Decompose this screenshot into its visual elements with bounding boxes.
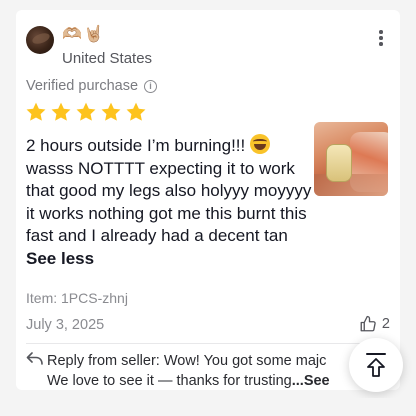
info-icon[interactable]: i bbox=[144, 79, 158, 93]
star-icon bbox=[101, 102, 121, 121]
see-less-link[interactable]: See less bbox=[26, 249, 94, 268]
verified-purchase-label: Verified purchase bbox=[26, 78, 139, 94]
reviewer-emojis: 🫶🏼🤘🏼 bbox=[62, 26, 106, 43]
item-variant: Item: 1PCS-zhnj bbox=[26, 290, 128, 306]
seller-reply-line2: We love to see it — thanks for trusting bbox=[47, 372, 292, 389]
like-button[interactable]: 2 bbox=[359, 315, 390, 333]
review-text: 2 hours outside I’m burning!!! wasss NOT… bbox=[26, 134, 312, 270]
thumbs-up-icon bbox=[360, 315, 376, 332]
divider bbox=[26, 343, 392, 344]
star-rating bbox=[25, 101, 147, 123]
star-icon bbox=[126, 102, 146, 121]
avatar[interactable] bbox=[26, 26, 54, 54]
more-vertical-icon[interactable] bbox=[378, 30, 384, 46]
like-count: 2 bbox=[381, 316, 390, 332]
arrow-up-to-top-icon bbox=[366, 353, 386, 377]
verified-purchase: Verified purchase i bbox=[26, 78, 158, 94]
star-icon bbox=[26, 102, 46, 121]
page-background bbox=[0, 398, 416, 416]
star-icon bbox=[51, 102, 71, 121]
review-date: July 3, 2025 bbox=[26, 317, 105, 333]
seller-reply: Reply from seller: Wow! You got some maj… bbox=[47, 352, 347, 391]
review-text-body: wasss NOTTTT expecting it to work that g… bbox=[26, 158, 312, 246]
see-more-link[interactable]: ...See bbox=[292, 373, 330, 389]
reviewer-country: United States bbox=[62, 50, 153, 67]
reply-arrow-icon bbox=[26, 352, 43, 365]
review-card: 🫶🏼🤘🏼 United States Verified purchase i 2… bbox=[16, 10, 403, 392]
review-text-start: 2 hours outside I’m burning!!! bbox=[26, 136, 250, 155]
star-icon bbox=[76, 102, 96, 121]
scroll-to-top-button[interactable] bbox=[349, 338, 403, 392]
laughing-emoji-icon bbox=[249, 134, 270, 154]
review-photo-thumbnail[interactable] bbox=[314, 122, 388, 196]
seller-reply-line1: Reply from seller: Wow! You got some maj… bbox=[47, 353, 327, 369]
seller-reply-line2-wrap: We love to see it — thanks for trusting.… bbox=[47, 372, 347, 392]
